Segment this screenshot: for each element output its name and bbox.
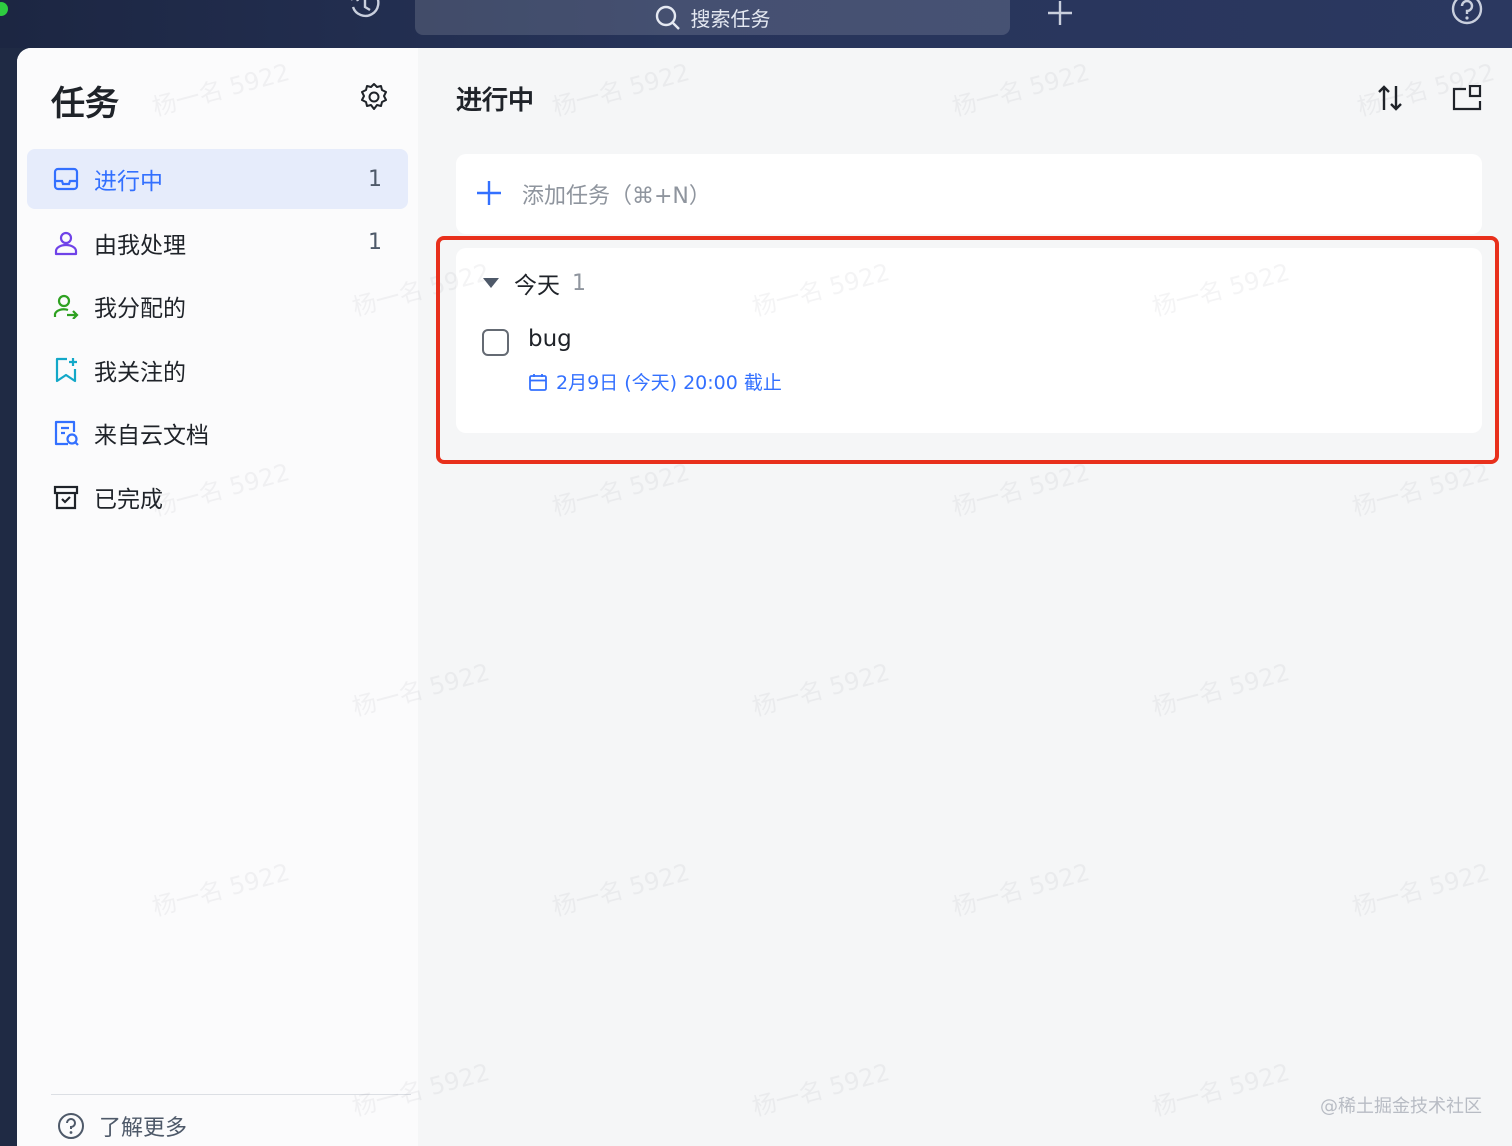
person-assign-icon <box>53 293 79 320</box>
new-window-icon <box>1452 85 1482 111</box>
task-row: bug 2月9日 (今天) 20:00 截止 <box>482 326 1462 416</box>
learn-more-label: 了解更多 <box>99 1116 188 1141</box>
new-button[interactable] <box>1040 0 1080 26</box>
sidebar-item-completed[interactable]: 已完成 <box>27 467 408 527</box>
search-icon <box>655 5 680 30</box>
add-task-input[interactable]: 添加任务（⌘+N） <box>456 154 1482 234</box>
add-task-placeholder: 添加任务（⌘+N） <box>522 184 711 209</box>
help-icon <box>1451 0 1483 25</box>
sidebar: 任务 进行中 1 由我处理 1 我分配的 我关注的 来自云文档 已完成 了解更多 <box>17 48 418 1146</box>
sidebar-item-label: 已完成 <box>94 486 163 513</box>
source-credit: @稀土掘金技术社区 <box>1320 1096 1482 1117</box>
group-header[interactable]: 今天 1 <box>482 266 586 300</box>
due-date-label: 2月9日 (今天) 20:00 截止 <box>556 372 782 394</box>
sidebar-divider <box>51 1094 411 1095</box>
settings-button[interactable] <box>357 80 391 114</box>
help-icon <box>58 1113 84 1139</box>
sidebar-item-count: 1 <box>368 230 382 256</box>
sidebar-item-in-progress[interactable]: 进行中 1 <box>27 149 408 209</box>
inbox-icon <box>53 166 79 192</box>
sort-icon <box>1378 85 1402 111</box>
search-placeholder: 搜索任务 <box>690 7 771 31</box>
group-count: 1 <box>572 270 586 296</box>
plus-icon <box>477 181 501 205</box>
page-title: 进行中 <box>456 86 535 116</box>
main-panel: 进行中 添加任务（⌘+N） 今天 1 bug 2月9日 (今天) 20:00 截… <box>418 48 1512 1146</box>
search-input[interactable]: 搜索任务 <box>415 0 1010 35</box>
caret-down-icon <box>483 278 499 288</box>
sidebar-item-label: 进行中 <box>94 169 163 195</box>
archive-box-icon <box>53 484 79 510</box>
sidebar-item-count: 1 <box>368 166 382 192</box>
calendar-icon <box>529 373 547 391</box>
sidebar-title: 任务 <box>51 84 119 124</box>
plus-icon <box>1048 1 1072 25</box>
open-in-new-window-button[interactable] <box>1448 80 1486 116</box>
window-zoom-button[interactable] <box>0 2 8 16</box>
person-icon <box>53 230 79 256</box>
sidebar-item-following[interactable]: 我关注的 <box>27 340 408 400</box>
history-icon <box>351 0 380 18</box>
group-name: 今天 <box>514 273 560 299</box>
sort-button[interactable] <box>1370 80 1410 116</box>
sidebar-item-from-cloud-docs[interactable]: 来自云文档 <box>27 403 408 463</box>
app-window: 任务 进行中 1 由我处理 1 我分配的 我关注的 来自云文档 已完成 了解更多… <box>17 48 1512 1146</box>
help-button[interactable] <box>1448 0 1486 28</box>
task-group-today: 今天 1 bug 2月9日 (今天) 20:00 截止 <box>456 248 1482 433</box>
task-checkbox[interactable] <box>482 329 509 356</box>
sidebar-item-assigned-to-me[interactable]: 由我处理 1 <box>27 213 408 273</box>
sidebar-item-assigned-by-me[interactable]: 我分配的 <box>27 276 408 336</box>
history-button[interactable] <box>344 0 386 26</box>
sidebar-nav: 进行中 1 由我处理 1 我分配的 我关注的 来自云文档 已完成 <box>27 149 408 531</box>
task-due-date[interactable]: 2月9日 (今天) 20:00 截止 <box>528 368 782 395</box>
cloud-doc-icon <box>53 420 79 447</box>
bookmark-star-icon <box>53 357 79 383</box>
sidebar-item-label: 我分配的 <box>94 296 186 323</box>
gear-icon <box>361 83 387 110</box>
task-title[interactable]: bug <box>528 326 572 352</box>
learn-more-link[interactable]: 了解更多 <box>57 1110 187 1142</box>
sidebar-item-label: 来自云文档 <box>94 423 209 450</box>
sidebar-item-label: 我关注的 <box>94 359 186 386</box>
title-bar: 搜索任务 <box>0 0 1512 48</box>
sidebar-item-label: 由我处理 <box>94 232 186 259</box>
